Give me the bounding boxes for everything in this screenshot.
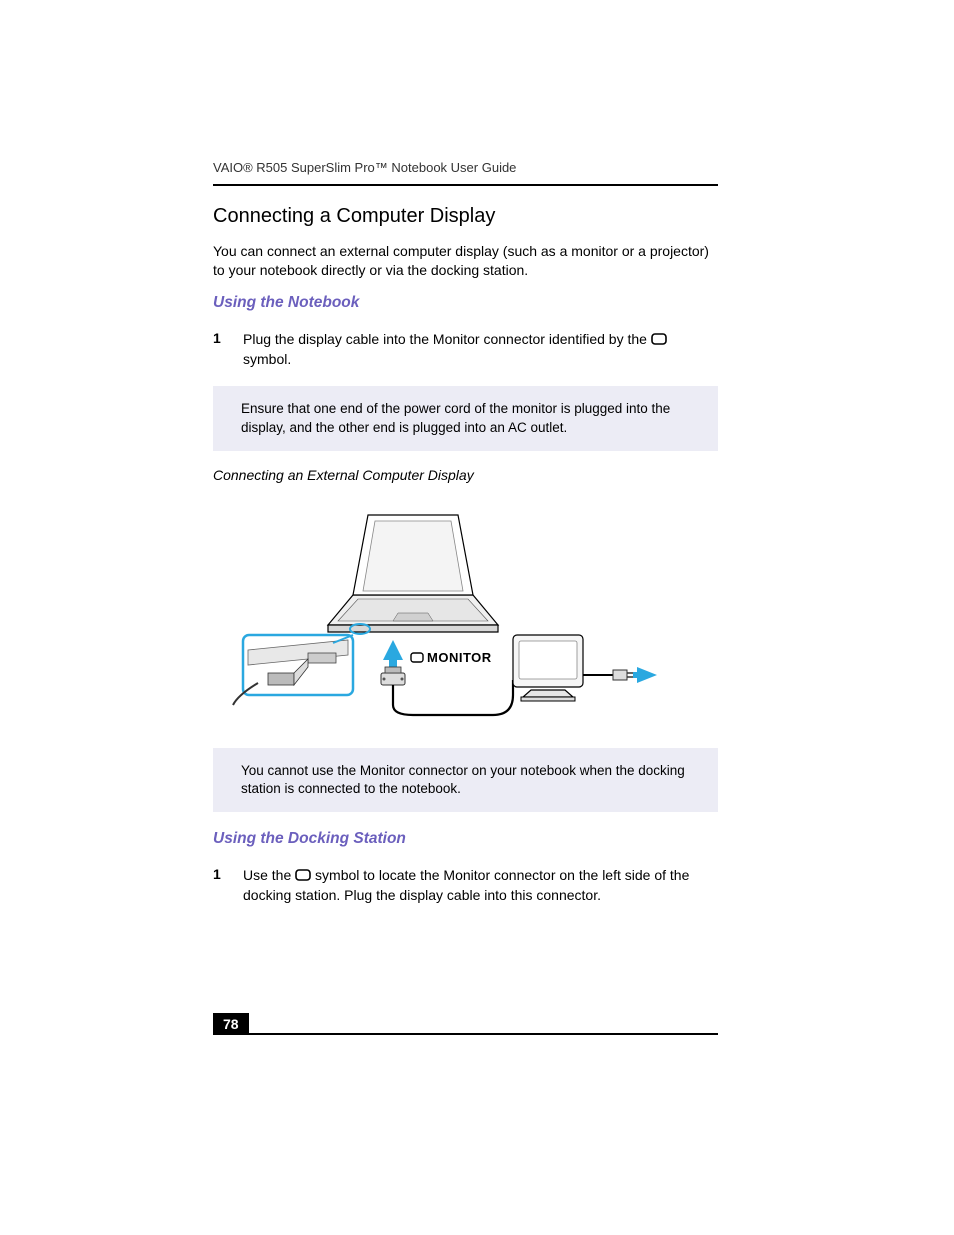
monitor-icon [295,867,311,886]
section-title: Connecting a Computer Display [213,205,718,228]
header-rule [213,184,718,186]
note-box-1: Ensure that one end of the power cord of… [213,386,718,450]
step-body: Use the symbol to locate the Monitor con… [243,866,718,905]
step-text-post: symbol. [243,351,291,367]
cable-icon [393,680,513,715]
figure-caption: Connecting an External Computer Display [213,467,718,483]
laptop-icon [328,515,498,632]
arrow-right-icon [633,667,657,683]
monitor-label-group: MONITOR [411,650,492,665]
step-body: Plug the display cable into the Monitor … [243,330,718,369]
note-text: Ensure that one end of the power cord of… [241,401,670,434]
subsection-docking-heading: Using the Docking Station [213,830,718,848]
intro-text: You can connect an external computer dis… [213,242,718,280]
external-monitor-icon [513,635,583,701]
subsection-notebook-heading: Using the Notebook [213,294,718,312]
monitor-label-text: MONITOR [427,650,492,665]
note-text-2: You cannot use the Monitor connector on … [241,763,685,796]
step-1-notebook: 1 Plug the display cable into the Monito… [213,330,718,369]
figure-connecting-display: MONITOR [213,495,718,730]
port-zoom-callout [233,624,370,705]
running-header: VAIO® R505 SuperSlim Pro™ Notebook User … [213,160,516,175]
power-plug-icon [613,670,633,680]
step-number: 1 [213,866,233,905]
step-number: 1 [213,330,233,369]
step-text-pre: Plug the display cable into the Monitor … [243,331,651,347]
vga-plug-icon [381,667,405,685]
page: VAIO® R505 SuperSlim Pro™ Notebook User … [0,0,954,1235]
footer-rule [213,1033,718,1035]
note-box-2: You cannot use the Monitor connector on … [213,748,718,812]
step-text-pre: Use the [243,867,295,883]
page-content: Connecting a Computer Display You can co… [213,205,718,905]
monitor-icon [651,331,667,350]
page-number: 78 [213,1013,249,1035]
step-1-docking: 1 Use the symbol to locate the Monitor c… [213,866,718,905]
